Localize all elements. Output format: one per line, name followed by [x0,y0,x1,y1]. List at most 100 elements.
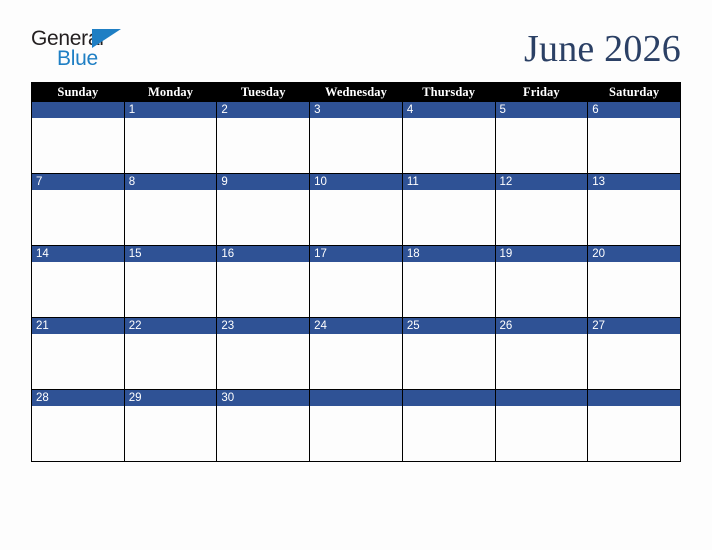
day-number: 21 [32,318,124,334]
calendar-day-cell[interactable]: 26 [494,317,589,390]
weekday-header-tuesday: Tuesday [216,82,311,102]
day-events-area[interactable] [588,118,680,172]
day-number: 20 [588,246,680,262]
day-number: 17 [310,246,402,262]
day-events-area[interactable] [32,118,124,172]
day-events-area[interactable] [310,406,402,460]
day-events-area[interactable] [495,334,588,388]
day-events-area[interactable] [495,406,588,460]
day-events-area[interactable] [124,262,217,316]
day-number [588,390,680,406]
calendar-day-cell[interactable]: 27 [587,317,681,390]
day-events-area[interactable] [495,190,588,244]
day-events-area[interactable] [217,190,310,244]
calendar-day-cell[interactable]: 28 [31,389,125,462]
day-number: 27 [588,318,680,334]
calendar-day-cell[interactable]: 15 [123,245,218,318]
logo-text-blue: Blue [57,47,98,70]
day-events-area[interactable] [310,334,402,388]
day-number: 12 [495,174,588,190]
calendar-day-cell[interactable]: 16 [216,245,311,318]
day-number: 14 [32,246,124,262]
calendar-day-cell[interactable]: 4 [401,101,496,174]
calendar-day-cell[interactable]: 17 [309,245,403,318]
day-number: 10 [310,174,402,190]
day-events-area[interactable] [588,334,680,388]
day-events-area[interactable] [124,118,217,172]
calendar-day-cell[interactable]: 24 [309,317,403,390]
day-events-area[interactable] [588,262,680,316]
day-number: 16 [217,246,310,262]
logo-triangle-icon [92,29,121,48]
day-events-area[interactable] [310,118,402,172]
general-blue-logo: General Blue [31,27,127,71]
day-events-area[interactable] [402,262,495,316]
day-number: 25 [402,318,495,334]
calendar-day-cell[interactable]: 14 [31,245,125,318]
day-events-area[interactable] [402,118,495,172]
day-events-area[interactable] [310,190,402,244]
calendar-day-cell[interactable]: 13 [587,173,681,246]
day-events-area[interactable] [32,190,124,244]
day-events-area[interactable] [217,262,310,316]
day-number: 26 [495,318,588,334]
day-events-area[interactable] [402,406,495,460]
calendar-day-cell[interactable]: 6 [587,101,681,174]
day-events-area[interactable] [217,406,310,460]
calendar-day-cell[interactable]: 2 [216,101,311,174]
day-events-area[interactable] [310,262,402,316]
day-number [32,102,124,118]
day-number: 5 [495,102,588,118]
weekday-header-thursday: Thursday [401,82,496,102]
day-events-area[interactable] [588,406,680,460]
day-number [495,390,588,406]
day-events-area[interactable] [588,190,680,244]
day-number: 18 [402,246,495,262]
calendar-day-cell[interactable]: 1 [123,101,218,174]
calendar-day-cell[interactable]: 23 [216,317,311,390]
day-events-area[interactable] [32,262,124,316]
day-number: 15 [124,246,217,262]
calendar-day-cell[interactable] [309,389,403,462]
page-header: General Blue June 2026 [31,20,681,78]
day-events-area[interactable] [402,190,495,244]
day-events-area[interactable] [495,262,588,316]
calendar-day-cell[interactable]: 9 [216,173,311,246]
calendar-day-cell[interactable]: 29 [123,389,218,462]
day-events-area[interactable] [217,118,310,172]
calendar-day-cell[interactable]: 8 [123,173,218,246]
calendar-day-cell[interactable] [494,389,589,462]
calendar-day-cell[interactable]: 12 [494,173,589,246]
calendar-day-cell[interactable]: 21 [31,317,125,390]
page-title: June 2026 [524,28,681,70]
day-events-area[interactable] [32,406,124,460]
calendar-day-cell[interactable] [587,389,681,462]
calendar-day-cell[interactable]: 18 [401,245,496,318]
day-events-area[interactable] [124,334,217,388]
day-events-area[interactable] [124,406,217,460]
calendar-day-cell[interactable]: 10 [309,173,403,246]
day-number [310,390,402,406]
calendar-day-cell[interactable]: 19 [494,245,589,318]
calendar-day-cell[interactable]: 3 [309,101,403,174]
calendar-day-cell[interactable]: 5 [494,101,589,174]
calendar-day-cell[interactable]: 7 [31,173,125,246]
day-number: 1 [124,102,217,118]
day-number: 9 [217,174,310,190]
day-number: 28 [32,390,124,406]
calendar-day-cell[interactable]: 11 [401,173,496,246]
day-number: 6 [588,102,680,118]
day-events-area[interactable] [402,334,495,388]
calendar-day-cell[interactable]: 20 [587,245,681,318]
calendar-day-cell[interactable]: 25 [401,317,496,390]
calendar-day-cell[interactable]: 30 [216,389,311,462]
calendar-day-cell[interactable] [31,101,125,174]
day-events-area[interactable] [124,190,217,244]
weekday-header-wednesday: Wednesday [309,82,403,102]
day-events-area[interactable] [495,118,588,172]
day-events-area[interactable] [32,334,124,388]
calendar-day-cell[interactable]: 22 [123,317,218,390]
calendar-day-cell[interactable] [401,389,496,462]
day-number: 8 [124,174,217,190]
day-events-area[interactable] [217,334,310,388]
